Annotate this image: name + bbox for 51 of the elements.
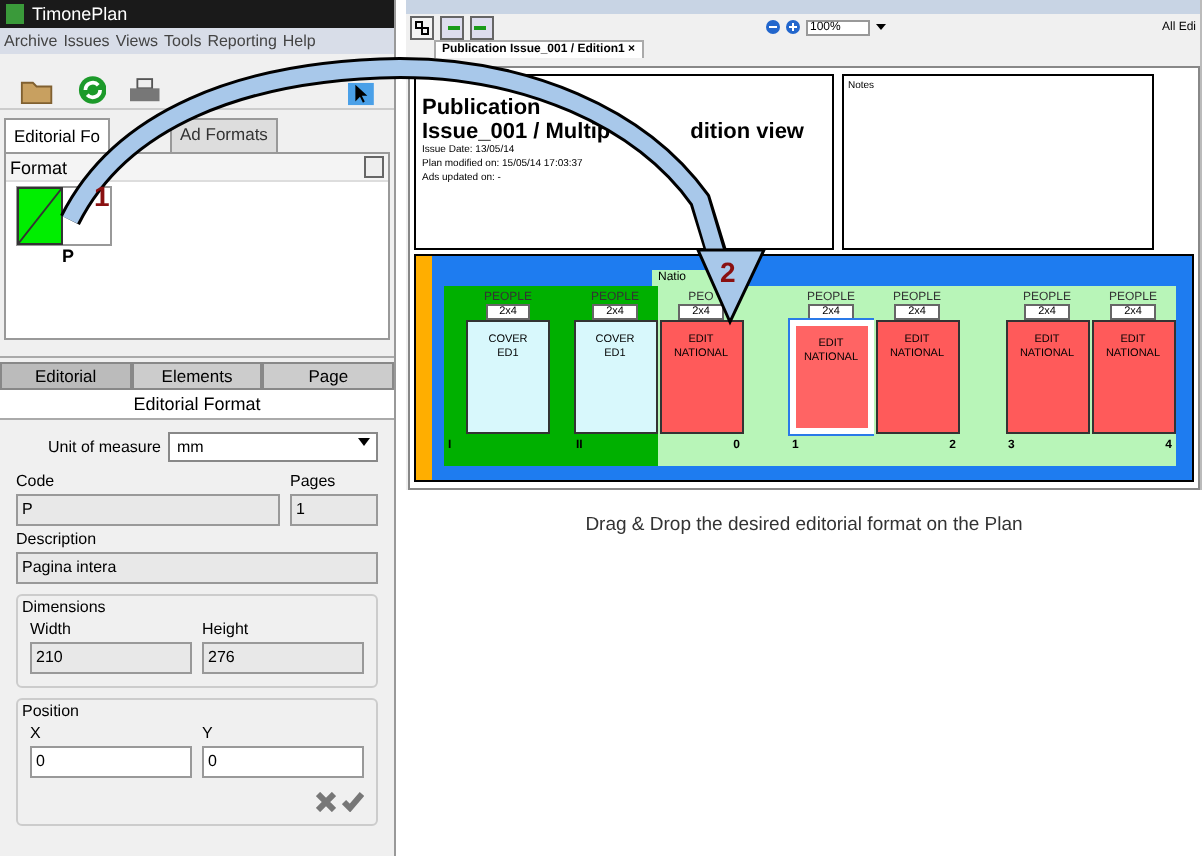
tab[interactable]: Page bbox=[262, 362, 395, 390]
app-logo-icon bbox=[6, 4, 24, 24]
pointer-icon[interactable] bbox=[348, 82, 375, 106]
unit-dropdown[interactable]: mm bbox=[168, 432, 378, 462]
menu-item[interactable]: Help bbox=[282, 32, 316, 50]
tab[interactable]: Elements bbox=[131, 362, 263, 390]
folder-icon[interactable] bbox=[20, 78, 54, 106]
y-field[interactable]: 0 bbox=[202, 746, 364, 778]
tab[interactable]: Editorial bbox=[0, 362, 132, 390]
field-label: Width bbox=[30, 620, 73, 638]
menu-item[interactable]: Issues bbox=[63, 32, 110, 50]
code-field[interactable]: P bbox=[16, 494, 280, 526]
check-icon[interactable] bbox=[342, 792, 364, 812]
menu-item[interactable]: Reporting bbox=[207, 32, 277, 50]
menu-item[interactable]: Archive bbox=[4, 32, 58, 50]
column-menu-icon[interactable] bbox=[364, 156, 384, 178]
tab[interactable]: Ad Formats bbox=[170, 118, 278, 152]
field-label: X bbox=[30, 724, 43, 742]
field-label: Pages bbox=[290, 472, 338, 490]
caret-icon[interactable] bbox=[876, 24, 886, 30]
group-label: Position bbox=[22, 702, 81, 720]
issue-title: dition view bbox=[690, 120, 804, 144]
caret-icon bbox=[358, 438, 370, 446]
link-icon[interactable] bbox=[410, 15, 434, 39]
format-code: P bbox=[62, 246, 75, 266]
refresh-icon[interactable] bbox=[77, 74, 107, 106]
group-label: Dimensions bbox=[22, 598, 108, 616]
zoom-in-icon[interactable] bbox=[786, 20, 800, 34]
field-label: Height bbox=[202, 620, 251, 638]
publication-title: Publication bbox=[422, 96, 543, 120]
description-field[interactable]: Pagina intera bbox=[16, 552, 378, 584]
field-label: Y bbox=[202, 724, 215, 742]
menu-item[interactable]: Views bbox=[115, 32, 159, 50]
zoom-out-icon[interactable] bbox=[766, 20, 780, 34]
window-title: TimonePlan bbox=[32, 4, 128, 24]
caption: Drag & Drop the desired editorial format on the Plan bbox=[583, 514, 1025, 536]
pages-field[interactable]: 1 bbox=[290, 494, 378, 526]
field-label: Unit of measure bbox=[48, 438, 161, 456]
tab[interactable]: Editorial Fo bbox=[4, 118, 110, 152]
width-field[interactable]: 210 bbox=[30, 642, 192, 674]
x-field[interactable]: 0 bbox=[30, 746, 192, 778]
issue-title: Issue_001 / Multip bbox=[422, 120, 611, 144]
field-label: Code bbox=[16, 472, 57, 490]
height-field[interactable]: 276 bbox=[202, 642, 364, 674]
printer-icon[interactable] bbox=[130, 78, 161, 106]
panel-title: Editorial Format bbox=[0, 390, 394, 420]
step-number: 1 bbox=[94, 180, 110, 212]
menu-item[interactable]: Tools bbox=[164, 32, 202, 50]
field-label: Description bbox=[16, 530, 99, 548]
column-header: Format bbox=[10, 157, 68, 177]
cancel-icon[interactable] bbox=[316, 792, 336, 812]
